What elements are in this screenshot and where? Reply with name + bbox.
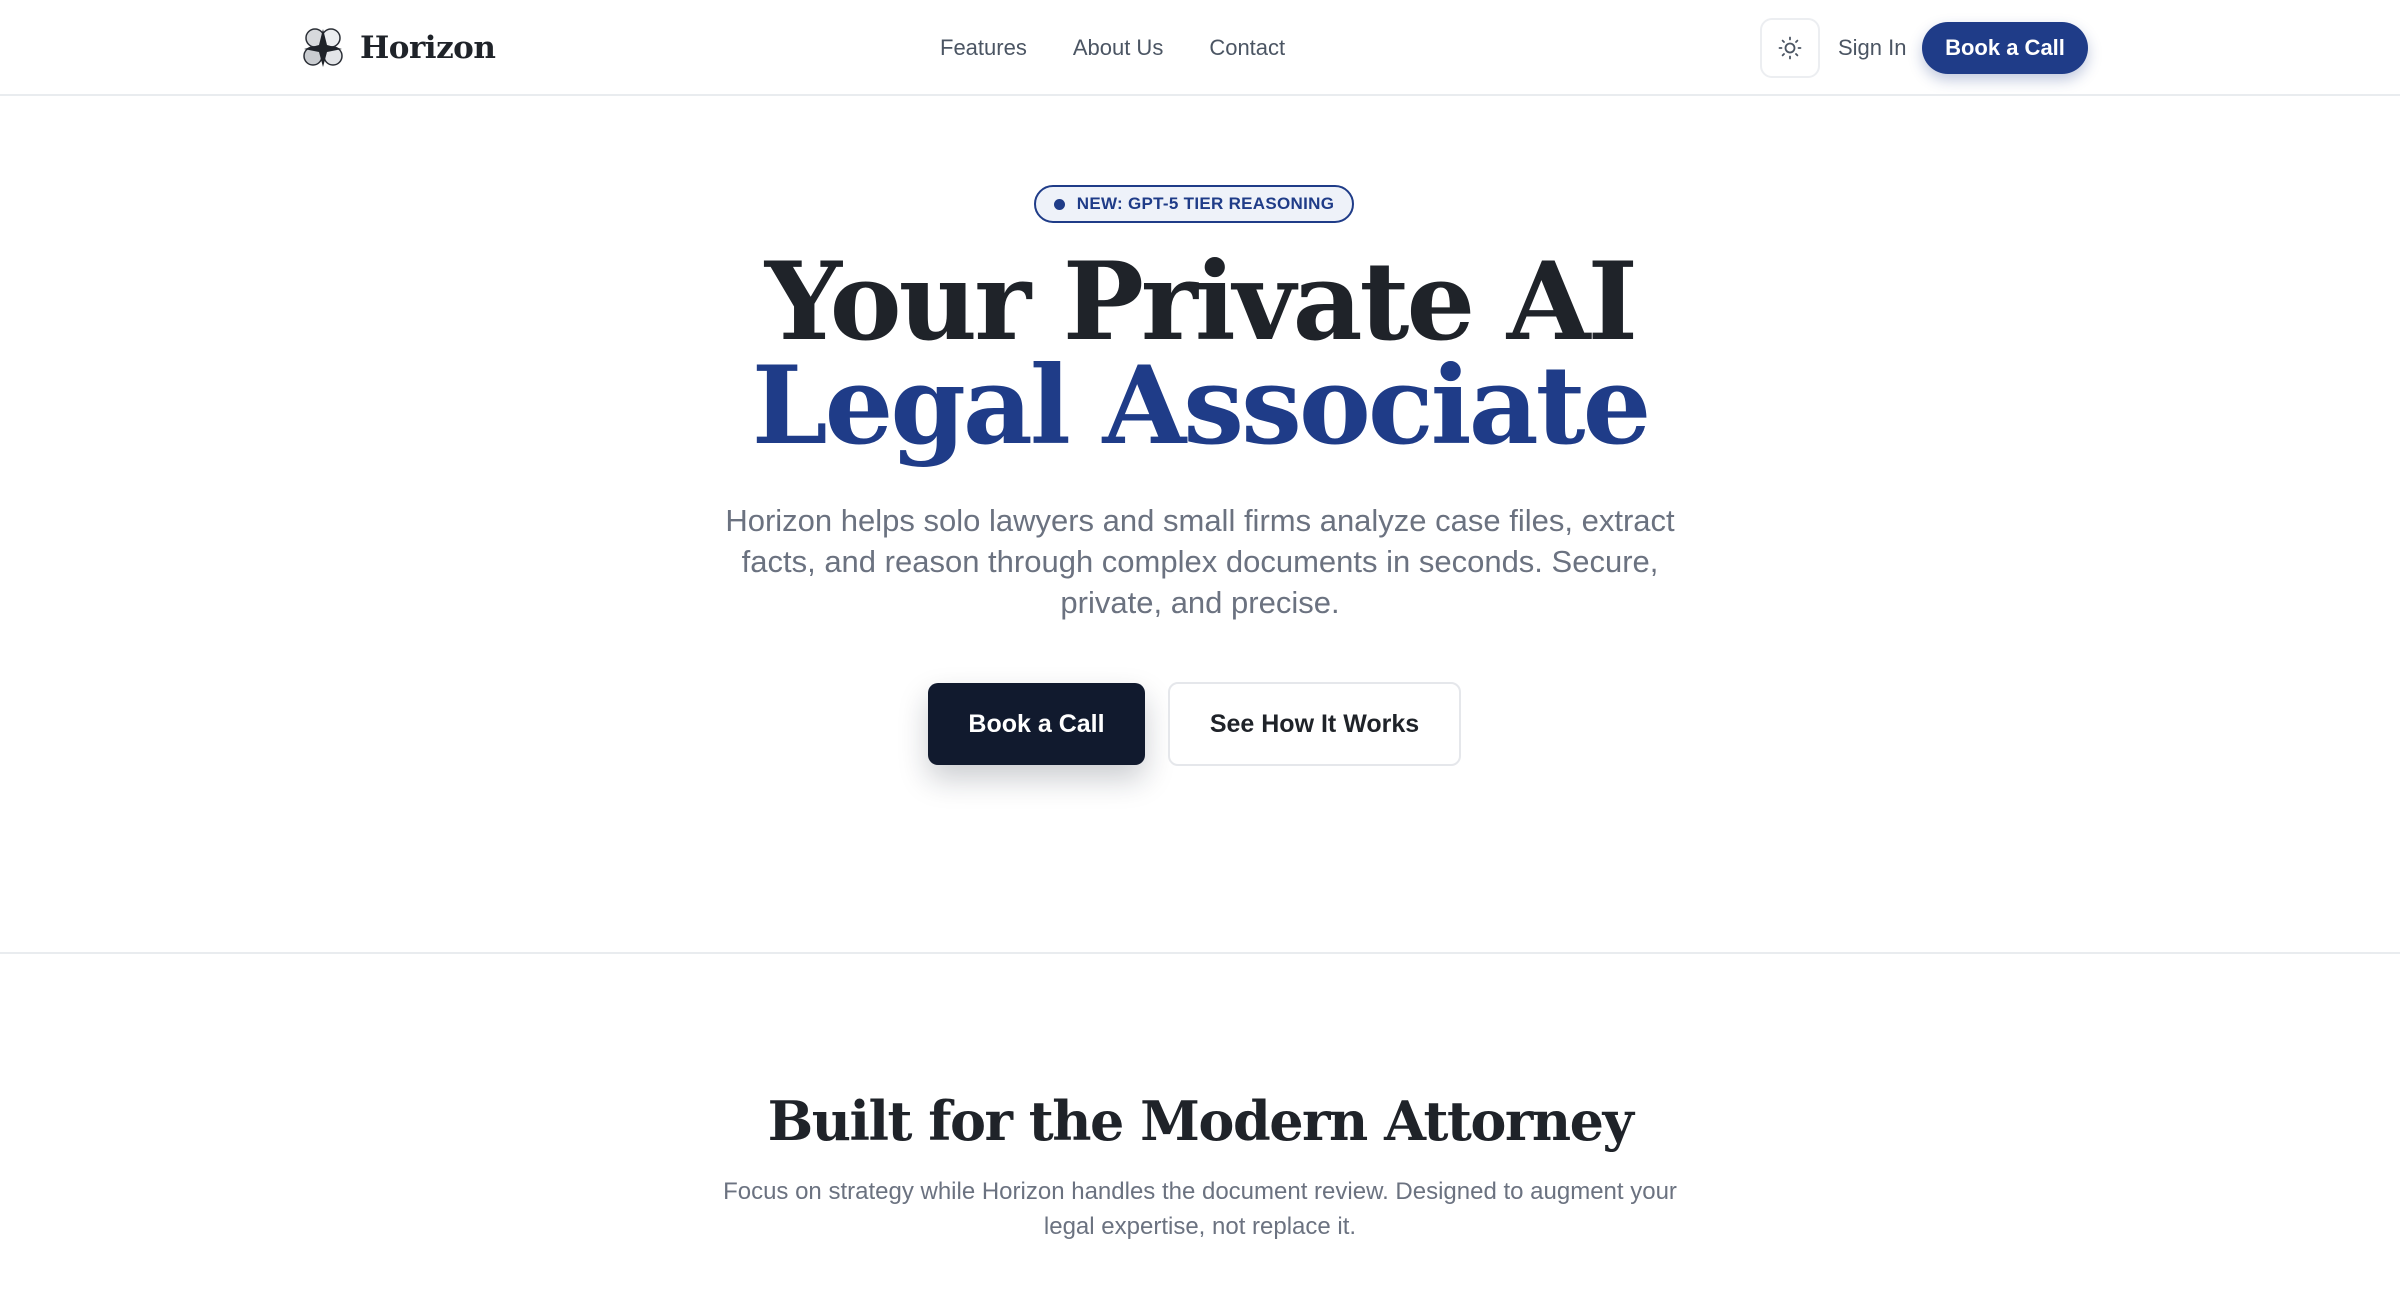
badge-text: NEW: GPT-5 TIER REASONING [1076, 194, 1335, 213]
nav-link-contact[interactable]: Contact [1209, 30, 1285, 66]
sun-icon [1778, 36, 1802, 60]
hero-title-line2: Legal Associate [751, 343, 1652, 469]
hero-title-line1: Your Private AI [764, 239, 1638, 365]
sign-in-link[interactable]: Sign In [1838, 30, 1907, 66]
hero-book-call-button[interactable]: Book a Call [928, 683, 1145, 765]
brand-logo-link[interactable]: Horizon [298, 24, 496, 72]
hero-subtitle: Horizon helps solo lawyers and small fir… [725, 503, 1675, 620]
site-header: Horizon Features About Us Contact Sign I… [0, 0, 2400, 96]
nav-link-about-us[interactable]: About Us [1073, 30, 1164, 66]
section-subtitle: Focus on strategy while Horizon handles … [723, 1178, 1677, 1240]
main-nav: Features About Us Contact [940, 30, 1285, 66]
header-book-call-button[interactable]: Book a Call [1922, 22, 2088, 74]
announcement-badge: NEW: GPT-5 TIER REASONING [1034, 185, 1354, 223]
see-how-it-works-button[interactable]: See How It Works [1168, 682, 1461, 766]
hero-title: Your Private AI Legal Associate [0, 239, 2400, 469]
section-divider [0, 952, 2400, 954]
horizon-logo-icon [303, 28, 343, 67]
nav-link-features[interactable]: Features [940, 30, 1027, 66]
section-title: Built for the Modern Attorney [767, 1089, 1634, 1153]
brand-name: Horizon [360, 30, 496, 66]
theme-toggle-button[interactable] [1760, 18, 1820, 78]
badge-dot-icon [1053, 198, 1065, 210]
